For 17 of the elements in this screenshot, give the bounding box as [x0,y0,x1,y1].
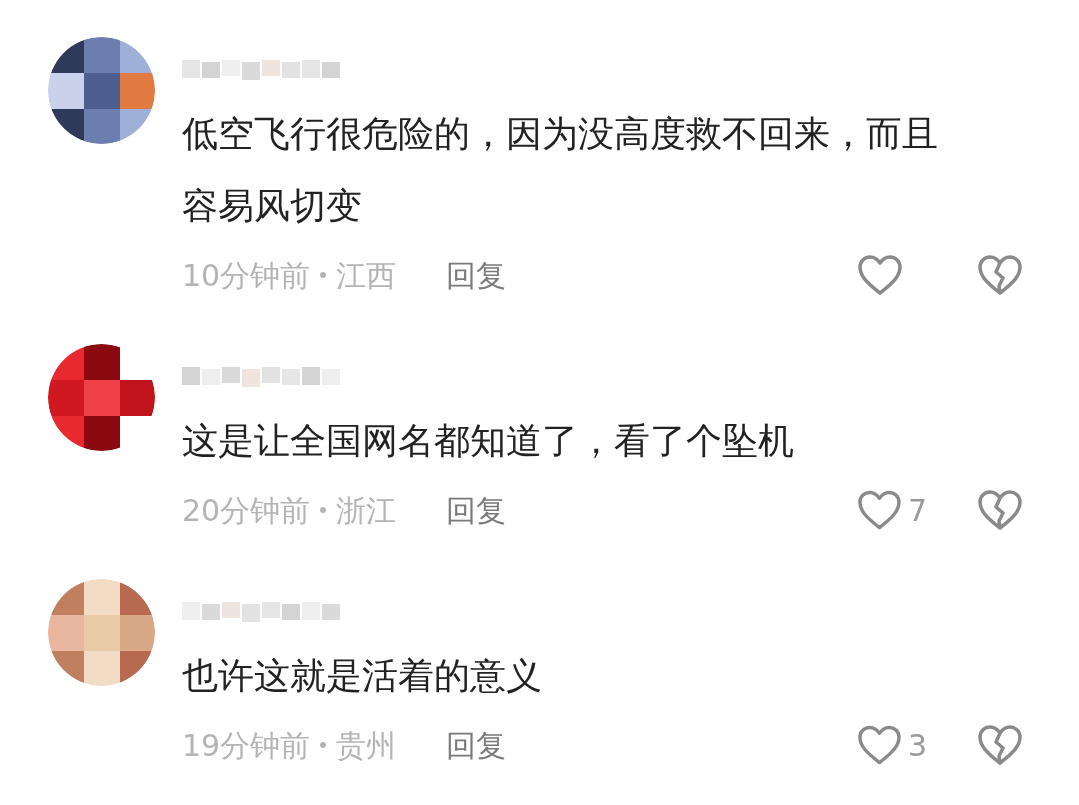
reply-button[interactable]: 回复 [446,252,507,298]
heart-icon[interactable] [857,489,902,531]
comment-location: 贵州 [336,726,397,765]
comment-location: 江西 [336,256,397,295]
reply-button[interactable]: 回复 [446,487,507,533]
comment-time: 19分钟前 [182,726,311,765]
heart-icon[interactable] [857,724,902,766]
comment-location: 浙江 [336,491,397,530]
comment-time: 10分钟前 [182,256,311,295]
like-count: 3 [907,726,927,765]
heart-icon[interactable] [857,254,903,296]
comment-time: 20分钟前 [182,491,311,530]
reply-button[interactable]: 回复 [446,722,507,768]
comment-text: 也许这就是活着的意义 [182,654,543,698]
like-count: 7 [907,491,927,530]
comment-text: 这是让全国网名都知道了，看了个坠机 [182,419,795,463]
comment-text: 低空飞行很危险的，因为没高度救不回来，而且容易风切变 [182,112,939,228]
